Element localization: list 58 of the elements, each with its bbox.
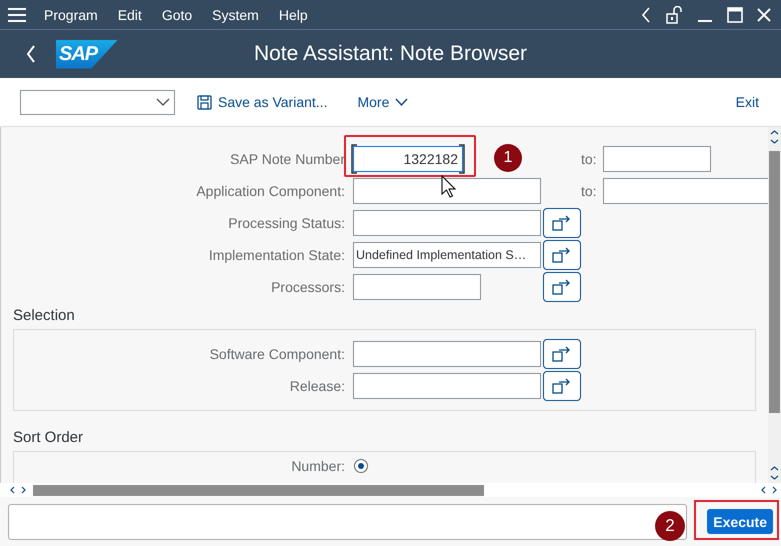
command-field[interactable]: [8, 504, 688, 540]
input-field[interactable]: [353, 341, 541, 367]
execute-button[interactable]: Execute: [707, 509, 773, 534]
input-field[interactable]: [603, 178, 768, 204]
field-label: Processing Status:: [227, 215, 345, 231]
input-field[interactable]: [353, 178, 541, 204]
field-label: Implementation State:: [208, 247, 345, 263]
cursor-icon: [441, 175, 457, 199]
field-label: Processors:: [270, 279, 345, 295]
section-title: Sort Order: [13, 429, 84, 446]
input-field[interactable]: [603, 146, 711, 172]
variant-dropdown[interactable]: [20, 90, 175, 114]
value-help-button[interactable]: [543, 240, 581, 270]
horizontal-scrollbar[interactable]: [0, 483, 781, 497]
field-label: to:: [581, 183, 598, 199]
focus-brackets-icon: [351, 144, 465, 174]
chevron-down-icon: [395, 98, 408, 106]
save-variant-button[interactable]: Save as Variant...: [193, 94, 332, 110]
save-icon: [197, 94, 212, 110]
scroll-arrows-icon[interactable]: [761, 486, 777, 494]
input-field[interactable]: Undefined Implementation S…: [353, 242, 541, 268]
back-icon[interactable]: [26, 45, 36, 63]
field-label: Software Component:: [208, 346, 345, 362]
scroll-arrows-icon[interactable]: [10, 486, 26, 494]
menu-item[interactable]: Edit: [108, 6, 152, 22]
close-icon[interactable]: [757, 8, 771, 22]
page-title: Note Assistant: Note Browser: [252, 42, 528, 66]
chevron-left-icon[interactable]: [641, 6, 651, 22]
maximize-icon[interactable]: [727, 6, 743, 22]
input-field[interactable]: [353, 210, 541, 236]
field-label: Release:: [288, 378, 345, 394]
value-help-button[interactable]: [543, 339, 581, 369]
value-help-button[interactable]: [543, 371, 581, 401]
step-badge: 1: [494, 144, 522, 172]
menu-item[interactable]: Program: [34, 6, 108, 22]
unlock-icon[interactable]: [665, 6, 683, 24]
radio-button[interactable]: [354, 459, 368, 473]
section-title: Selection: [13, 307, 76, 324]
value-help-button[interactable]: [543, 208, 581, 238]
value-help-button[interactable]: [543, 272, 581, 302]
field-label: to:: [581, 151, 598, 167]
chevron-down-icon: [156, 98, 170, 106]
input-field[interactable]: [353, 373, 541, 399]
scroll-arrows-icon[interactable]: [770, 465, 779, 481]
vertical-scrollbar[interactable]: [768, 127, 781, 483]
menu-item[interactable]: Goto: [152, 6, 202, 22]
exit-button[interactable]: Exit: [732, 94, 763, 110]
menu-item[interactable]: System: [202, 6, 269, 22]
sap-logo: SAP: [56, 40, 118, 68]
input-field[interactable]: [353, 274, 481, 300]
scroll-arrows-icon[interactable]: [770, 129, 779, 145]
field-label: Application Component:: [195, 183, 345, 199]
input-field[interactable]: 1322182: [353, 146, 463, 172]
field-label: Number:: [290, 458, 345, 474]
menu-item[interactable]: Help: [268, 6, 318, 22]
more-button[interactable]: More: [353, 94, 412, 110]
menu-icon[interactable]: [8, 8, 26, 22]
field-label: SAP Note Number: [229, 151, 345, 167]
